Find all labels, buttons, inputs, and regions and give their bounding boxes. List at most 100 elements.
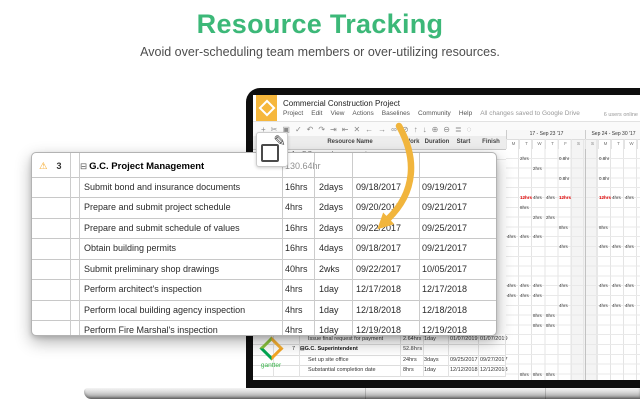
move-down-icon[interactable]: ↓ xyxy=(423,125,427,134)
chart-icon[interactable]: ≣ xyxy=(455,125,462,134)
duration-value: 1day xyxy=(319,321,339,336)
hours-cell: 2hrs xyxy=(520,156,532,161)
format-painter-icon[interactable]: ✓ xyxy=(295,125,302,134)
task-name: Obtain building permits xyxy=(84,239,176,259)
hours-cell: 8hrs xyxy=(559,225,571,230)
zoomed-task-table-card: ⚠3⊟G.C. Project Management130.64hrSubmit… xyxy=(31,152,497,336)
menu-item-community[interactable]: Community xyxy=(418,110,451,117)
laptop-base xyxy=(84,388,640,399)
hours-cell: 4hrs xyxy=(625,303,637,308)
task-name: Perform Fire Marshal's inspection xyxy=(84,321,218,336)
collapse-icon[interactable]: ⊟ xyxy=(80,161,87,171)
menu-item-actions[interactable]: Actions xyxy=(352,110,373,117)
hours-cell: 4hrs xyxy=(599,303,611,308)
grid-line xyxy=(79,153,80,335)
undo-icon[interactable]: ↶ xyxy=(307,125,314,134)
finish-date: 12/19/2018 xyxy=(422,321,467,336)
work-value: 4hrs xyxy=(285,198,303,218)
zoom-out-icon[interactable]: ⊖ xyxy=(443,125,450,134)
column-header-resource-name[interactable]: Resource Name xyxy=(300,136,400,149)
hours-cell: 0.8hr xyxy=(559,156,571,161)
finish-date: 09/21/2017 xyxy=(422,239,467,259)
card-task-row[interactable]: Perform Fire Marshal's inspection 4hrs 1da… xyxy=(32,321,496,336)
move-right-icon[interactable]: → xyxy=(378,125,386,134)
row-number: 7 xyxy=(283,344,295,354)
finish-date: 10/05/2017 xyxy=(422,260,467,280)
row-number: 3 xyxy=(52,157,66,177)
duration-value: 2days xyxy=(319,198,343,218)
hours-cell: 8hrs xyxy=(520,205,532,210)
grid-line xyxy=(70,153,71,335)
work-value: 16hrs xyxy=(285,239,308,259)
menu-item-edit[interactable]: Edit xyxy=(311,110,322,117)
menu-item-help[interactable]: Help xyxy=(459,110,472,117)
card-task-row[interactable]: Prepare and submit project schedule4hrs2… xyxy=(32,198,496,219)
day-letter: S xyxy=(571,139,585,149)
card-rows: ⚠3⊟G.C. Project Management130.64hrSubmit… xyxy=(32,157,496,336)
hours-cell: 4hrs xyxy=(507,234,519,239)
menu-item-view[interactable]: View xyxy=(330,110,344,117)
redo-icon[interactable]: ↷ xyxy=(318,125,325,134)
hours-cell: 0.8hr xyxy=(599,176,611,181)
start-date: 09/25/2017 xyxy=(450,355,478,365)
window-title: Commercial Construction Project xyxy=(283,99,400,108)
card-task-row[interactable]: Prepare and submit schedule of values16h… xyxy=(32,219,496,240)
move-up-icon[interactable]: ↑ xyxy=(414,125,418,134)
work-value: 4hrs xyxy=(285,321,303,336)
hours-cell: 4hrs xyxy=(520,234,532,239)
zoom-in-icon[interactable]: ⊕ xyxy=(432,125,439,134)
task-name: Submit preliminary shop drawings xyxy=(84,260,219,280)
hours-cell: 4hrs xyxy=(520,283,532,288)
work-value: 4hrs xyxy=(285,280,303,300)
card-task-row[interactable]: Submit bond and insurance documents16hrs… xyxy=(32,178,496,199)
menu-item-baselines[interactable]: Baselines xyxy=(382,110,410,117)
hours-cell: 2hrs xyxy=(533,166,545,171)
overallocated-hours-cell: 12hrs xyxy=(520,195,532,200)
task-name: Perform local building agency inspection xyxy=(84,301,245,321)
indent-icon[interactable]: ⇥ xyxy=(330,125,337,134)
hours-cell: 4hrs xyxy=(599,283,611,288)
column-header-start[interactable]: Start xyxy=(450,136,477,149)
grid-line xyxy=(299,334,300,377)
outdent-icon[interactable]: ⇤ xyxy=(342,125,349,134)
move-left-icon[interactable]: ← xyxy=(365,125,373,134)
card-task-row[interactable]: Obtain building permits16hrs4days09/18/2… xyxy=(32,239,496,260)
card-task-row[interactable]: Perform architect's inspection4hrs1day12… xyxy=(32,280,496,301)
gantter-footer-logo: gantter xyxy=(258,337,284,369)
column-header-duration[interactable]: Duration xyxy=(424,136,450,149)
sheet-header: Resource Name Work Duration Start Finish xyxy=(253,136,506,150)
hours-cell: 8hrs xyxy=(533,323,545,328)
work-value: 52.8hrs xyxy=(403,344,422,354)
card-task-row[interactable]: Submit preliminary shop drawings40hrs2wk… xyxy=(32,260,496,281)
column-header-finish[interactable]: Finish xyxy=(477,136,505,149)
duration-value: 3days xyxy=(424,355,439,365)
hours-cell: 4hrs xyxy=(533,234,545,239)
link-tasks-icon[interactable]: ∞ xyxy=(391,125,397,134)
week-divider xyxy=(585,130,586,380)
hours-cell: 4hrs xyxy=(559,303,571,308)
start-date: 12/18/2018 xyxy=(356,301,401,321)
task-name: Substantial completion date xyxy=(308,365,376,375)
delete-icon[interactable]: ✕ xyxy=(353,125,360,134)
duration-value: 2days xyxy=(319,219,343,239)
start-date: 09/18/2017 xyxy=(356,239,401,259)
resources-icon[interactable]: ◌ xyxy=(467,125,472,134)
start-date: 09/22/2017 xyxy=(356,260,401,280)
pencil-icon: ✎ xyxy=(273,132,286,150)
unlink-tasks-icon[interactable]: ⊘ xyxy=(402,125,409,134)
start-date: 12/17/2018 xyxy=(356,280,401,300)
autosave-status: All changes saved to Google Drive xyxy=(480,110,580,117)
hours-cell: 4hrs xyxy=(520,293,532,298)
task-name: ⊟G.C. Superintendent xyxy=(300,344,358,354)
menu-item-project[interactable]: Project xyxy=(283,110,303,117)
day-letter: M xyxy=(506,139,520,149)
page-subtitle: Avoid over-scheduling team members or ov… xyxy=(0,45,640,59)
hours-cell: 4hrs xyxy=(533,293,545,298)
hours-cell: 8hrs xyxy=(533,372,545,377)
sheet-row[interactable]: Substantial completion date8hrs1day12/12… xyxy=(253,365,506,376)
day-letter: F xyxy=(558,139,572,149)
start-date: 09/18/2017 xyxy=(356,178,401,198)
card-task-row[interactable]: Perform local building agency inspection… xyxy=(32,301,496,322)
grid-line xyxy=(352,153,353,335)
column-header-work[interactable]: Work xyxy=(400,136,424,149)
